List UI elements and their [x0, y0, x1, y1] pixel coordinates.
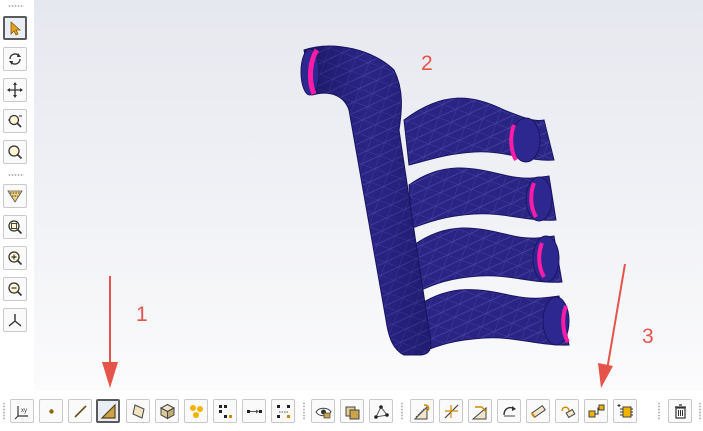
zoom-dynamic-icon[interactable] — [3, 109, 27, 133]
face-split-icon[interactable] — [410, 399, 434, 423]
annotation-arrow-3 — [605, 263, 626, 377]
manifold-mesh-model[interactable] — [34, 0, 703, 390]
face-merge-icon[interactable] — [439, 399, 463, 423]
annotation-label-1: 1 — [136, 303, 148, 326]
bounding-points-icon[interactable] — [271, 399, 295, 423]
toolbar-grip[interactable] — [8, 174, 24, 176]
left-view-toolbar — [0, 0, 34, 390]
toolbar-grip[interactable] — [658, 402, 660, 420]
edge-collapse-icon[interactable] — [468, 399, 492, 423]
manifold-runners — [403, 97, 570, 353]
bottom-mesh-toolbar: xy — [0, 390, 703, 431]
toolbar-grip[interactable] — [3, 402, 5, 420]
line-icon[interactable] — [68, 399, 92, 423]
rotate-icon[interactable] — [3, 47, 27, 71]
toolbar-grip[interactable] — [303, 402, 305, 420]
graphics-viewport[interactable]: 1 2 3 — [34, 0, 703, 390]
coordinate-system-icon[interactable]: xy — [10, 399, 34, 423]
face-icon[interactable] — [126, 399, 150, 423]
show-hide-icon[interactable] — [311, 399, 335, 423]
edge-swap-icon[interactable] — [497, 399, 521, 423]
delete-icon[interactable] — [668, 399, 692, 423]
point-icon[interactable] — [39, 399, 63, 423]
mesh-transfer-icon[interactable] — [584, 399, 608, 423]
solid-stack-icon[interactable] — [340, 399, 364, 423]
zoom-out-icon[interactable] — [3, 277, 27, 301]
annotation-arrowhead-3 — [598, 363, 613, 388]
toolbar-grip[interactable] — [401, 402, 403, 420]
node-network-icon[interactable] — [369, 399, 393, 423]
triangle-face-icon[interactable] — [96, 399, 120, 423]
grid-points-icon[interactable] — [213, 399, 237, 423]
zoom-window-icon[interactable] — [3, 140, 27, 164]
pan-icon[interactable] — [3, 78, 27, 102]
box-solid-icon[interactable] — [155, 399, 179, 423]
section-view-icon[interactable] — [3, 184, 27, 208]
select-arrow-icon[interactable] — [3, 16, 27, 40]
axes-triad-icon[interactable] — [3, 308, 27, 332]
cylinder-icon[interactable] — [526, 399, 550, 423]
point-to-point-icon[interactable] — [242, 399, 266, 423]
annotation-label-2: 2 — [421, 52, 433, 75]
zoom-in-icon[interactable] — [3, 246, 27, 270]
toolbar-grip[interactable] — [699, 402, 701, 420]
annotation-arrowhead-1 — [102, 362, 118, 388]
annotation-label-3: 3 — [642, 325, 654, 348]
element-select-icon[interactable] — [613, 399, 637, 423]
multi-sphere-icon[interactable] — [184, 399, 208, 423]
zoom-fit-icon[interactable] — [3, 215, 27, 239]
sweep-icon[interactable] — [555, 399, 579, 423]
svg-text:xy: xy — [21, 408, 27, 414]
toolbar-grip[interactable] — [8, 5, 24, 7]
